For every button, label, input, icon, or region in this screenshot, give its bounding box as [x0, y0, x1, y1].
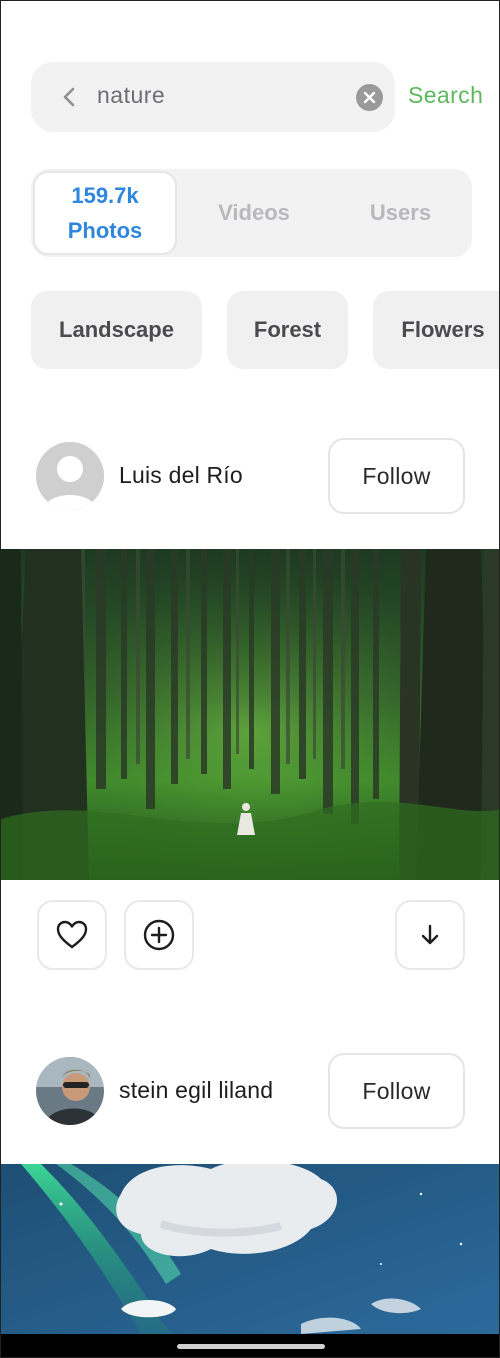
tab-videos-label: Videos: [218, 200, 290, 225]
result-type-tabs: 159.7k Photos Videos Users: [31, 169, 472, 257]
tab-users-label: Users: [369, 200, 432, 225]
chip-forest[interactable]: Forest: [227, 291, 348, 369]
post-header: Luis del Río Follow: [1, 438, 499, 518]
search-query-text[interactable]: nature: [97, 82, 165, 109]
app-screen: nature Search 159.7k Photos Videos Users…: [0, 0, 500, 1358]
post-header: stein egil liland Follow: [1, 1053, 499, 1133]
forest-with-person-photo[interactable]: [1, 549, 499, 880]
tab-users[interactable]: Users: [329, 169, 472, 257]
chip-flowers[interactable]: Flowers: [373, 291, 499, 369]
user-name[interactable]: Luis del Río: [119, 462, 243, 489]
aurora-sky-photo[interactable]: [1, 1164, 499, 1334]
navigation-bar: [1, 1334, 499, 1357]
user-photo-avatar[interactable]: [36, 1057, 104, 1125]
follow-button[interactable]: Follow: [328, 1053, 465, 1129]
chip-landscape[interactable]: Landscape: [31, 291, 202, 369]
follow-button[interactable]: Follow: [328, 438, 465, 514]
tab-photos-label: Photos: [67, 218, 143, 243]
tab-videos[interactable]: Videos: [179, 169, 329, 257]
tab-photos[interactable]: 159.7k Photos: [33, 171, 177, 255]
photos-count: 159.7k: [71, 182, 139, 208]
search-input[interactable]: nature: [31, 62, 395, 132]
search-button[interactable]: Search: [408, 82, 483, 109]
photo-actions: [1, 900, 499, 970]
home-indicator[interactable]: [177, 1344, 325, 1349]
download-arrow-icon[interactable]: [395, 900, 465, 970]
heart-icon[interactable]: [37, 900, 107, 970]
filter-chips: Landscape Forest Flowers: [31, 291, 499, 369]
default-avatar-icon[interactable]: [36, 442, 104, 510]
chevron-left-icon[interactable]: [57, 84, 83, 110]
clear-circle-icon[interactable]: [356, 84, 383, 111]
plus-circle-icon[interactable]: [124, 900, 194, 970]
user-name[interactable]: stein egil liland: [119, 1077, 273, 1104]
search-row: nature Search: [31, 62, 491, 132]
